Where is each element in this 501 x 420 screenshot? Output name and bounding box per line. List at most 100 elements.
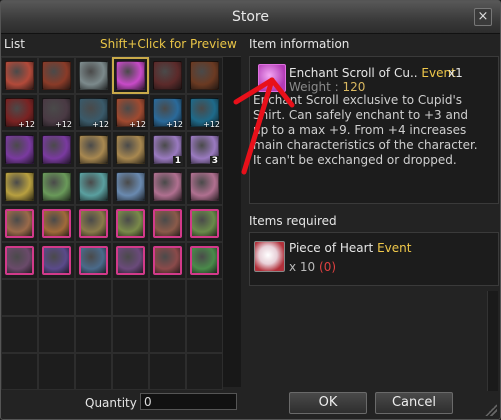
empty-slot — [38, 353, 75, 390]
store-slot[interactable] — [38, 131, 75, 168]
store-slot[interactable]: 3 — [186, 131, 223, 168]
empty-slot — [186, 316, 223, 353]
store-slot[interactable] — [112, 205, 149, 242]
store-slot[interactable]: +12 — [112, 94, 149, 131]
empty-slot — [149, 316, 186, 353]
title-bar[interactable]: Store × — [1, 1, 500, 34]
item-weight: Weight : 120 — [289, 80, 365, 94]
store-slot[interactable] — [112, 242, 149, 279]
store-item-grid: +12 +12 +12 +12 +12 +12 1 3 — [1, 56, 241, 390]
store-slot[interactable] — [149, 205, 186, 242]
store-slot[interactable] — [112, 57, 149, 94]
empty-slot — [1, 316, 38, 353]
store-slot[interactable] — [149, 168, 186, 205]
enchant-scroll-icon — [116, 61, 145, 90]
store-slot[interactable] — [112, 168, 149, 205]
store-slot[interactable] — [38, 242, 75, 279]
window-title: Store — [231, 9, 269, 25]
pink-gift-box-icon — [153, 172, 182, 201]
resize-grip-icon[interactable] — [485, 404, 497, 416]
empty-slot — [149, 353, 186, 390]
close-icon[interactable]: × — [474, 8, 492, 26]
empty-slot — [186, 279, 223, 316]
required-have-value: (0) — [319, 260, 337, 274]
store-slot[interactable] — [75, 57, 112, 94]
pink-potion-icon-1 — [5, 209, 34, 238]
scrollbar[interactable] — [487, 291, 498, 391]
red-potion-icon — [153, 61, 182, 90]
pink-potion-icon-8 — [42, 246, 71, 275]
slot-badge: +12 — [92, 120, 109, 129]
purple-axe-rune-icon — [42, 135, 71, 164]
exp-sp-scroll-icon — [79, 135, 108, 164]
item-description: Enchant Scroll exclusive to Cupid's Shir… — [253, 93, 478, 167]
empty-slot — [1, 353, 38, 390]
empty-slot — [112, 353, 149, 390]
pink-potion-icon-4 — [116, 209, 145, 238]
teal-gift-box-icon — [79, 172, 108, 201]
cancel-button[interactable]: Cancel — [375, 392, 453, 414]
slot-badge: +12 — [129, 120, 146, 129]
heart-locket-icon — [42, 61, 71, 90]
empty-slot — [38, 279, 75, 316]
store-slot[interactable] — [75, 131, 112, 168]
store-slot[interactable] — [149, 242, 186, 279]
weight-label: Weight : — [289, 80, 339, 94]
store-slot[interactable]: +12 — [38, 94, 75, 131]
store-slot[interactable] — [1, 168, 38, 205]
store-slot[interactable] — [38, 205, 75, 242]
store-slot[interactable]: +12 — [1, 94, 38, 131]
store-slot[interactable] — [186, 205, 223, 242]
quantity-input[interactable] — [140, 393, 237, 410]
slot-badge: 3 — [209, 156, 220, 166]
store-slot[interactable] — [112, 131, 149, 168]
required-item-name-text: Piece of Heart — [289, 241, 374, 255]
store-slot[interactable] — [149, 57, 186, 94]
required-item-name: Piece of Heart Event — [289, 241, 411, 255]
store-slot[interactable] — [1, 131, 38, 168]
store-slot[interactable] — [38, 57, 75, 94]
blue-gift-box-icon — [116, 172, 145, 201]
cupid-shirt-icon — [79, 61, 108, 90]
item-quantity: x1 — [448, 66, 463, 80]
ok-button[interactable]: OK — [289, 392, 367, 414]
store-slot[interactable] — [186, 168, 223, 205]
empty-slot — [112, 316, 149, 353]
store-slot[interactable] — [1, 205, 38, 242]
required-event-tag: Event — [377, 241, 412, 255]
store-slot[interactable] — [75, 242, 112, 279]
empty-slot — [75, 353, 112, 390]
slot-badge: +12 — [18, 120, 35, 129]
store-slot[interactable] — [1, 57, 38, 94]
empty-slot — [38, 316, 75, 353]
store-slot[interactable] — [38, 168, 75, 205]
store-slot[interactable]: +12 — [186, 94, 223, 131]
pink-gift-box-icon-2 — [190, 172, 219, 201]
yellow-gift-box-icon — [5, 172, 34, 201]
piece-of-heart-icon — [254, 241, 285, 272]
slot-badge: +12 — [166, 120, 183, 129]
empty-slot — [149, 279, 186, 316]
store-slot[interactable] — [186, 57, 223, 94]
pink-potion-icon-3 — [79, 209, 108, 238]
store-slot[interactable] — [75, 205, 112, 242]
pink-potion-icon-5 — [153, 209, 182, 238]
green-gift-box-icon — [42, 172, 71, 201]
store-slot[interactable] — [75, 168, 112, 205]
store-slot[interactable]: +12 — [149, 94, 186, 131]
store-slot[interactable] — [186, 242, 223, 279]
required-count: x 10 (0) — [289, 260, 336, 274]
required-count-value: x 10 — [289, 260, 316, 274]
chocolate-bar-icon — [190, 61, 219, 90]
item-name-text: Enchant Scroll of Cu.. — [289, 66, 418, 80]
empty-slot — [1, 279, 38, 316]
list-label: List — [4, 37, 25, 51]
pink-potion-icon-9 — [79, 246, 108, 275]
pink-potion-icon-7 — [5, 246, 34, 275]
slot-badge: 1 — [172, 156, 183, 166]
empty-slot — [186, 353, 223, 390]
store-slot[interactable] — [1, 242, 38, 279]
store-slot[interactable]: +12 — [75, 94, 112, 131]
store-slot[interactable]: 1 — [149, 131, 186, 168]
empty-slot — [75, 316, 112, 353]
